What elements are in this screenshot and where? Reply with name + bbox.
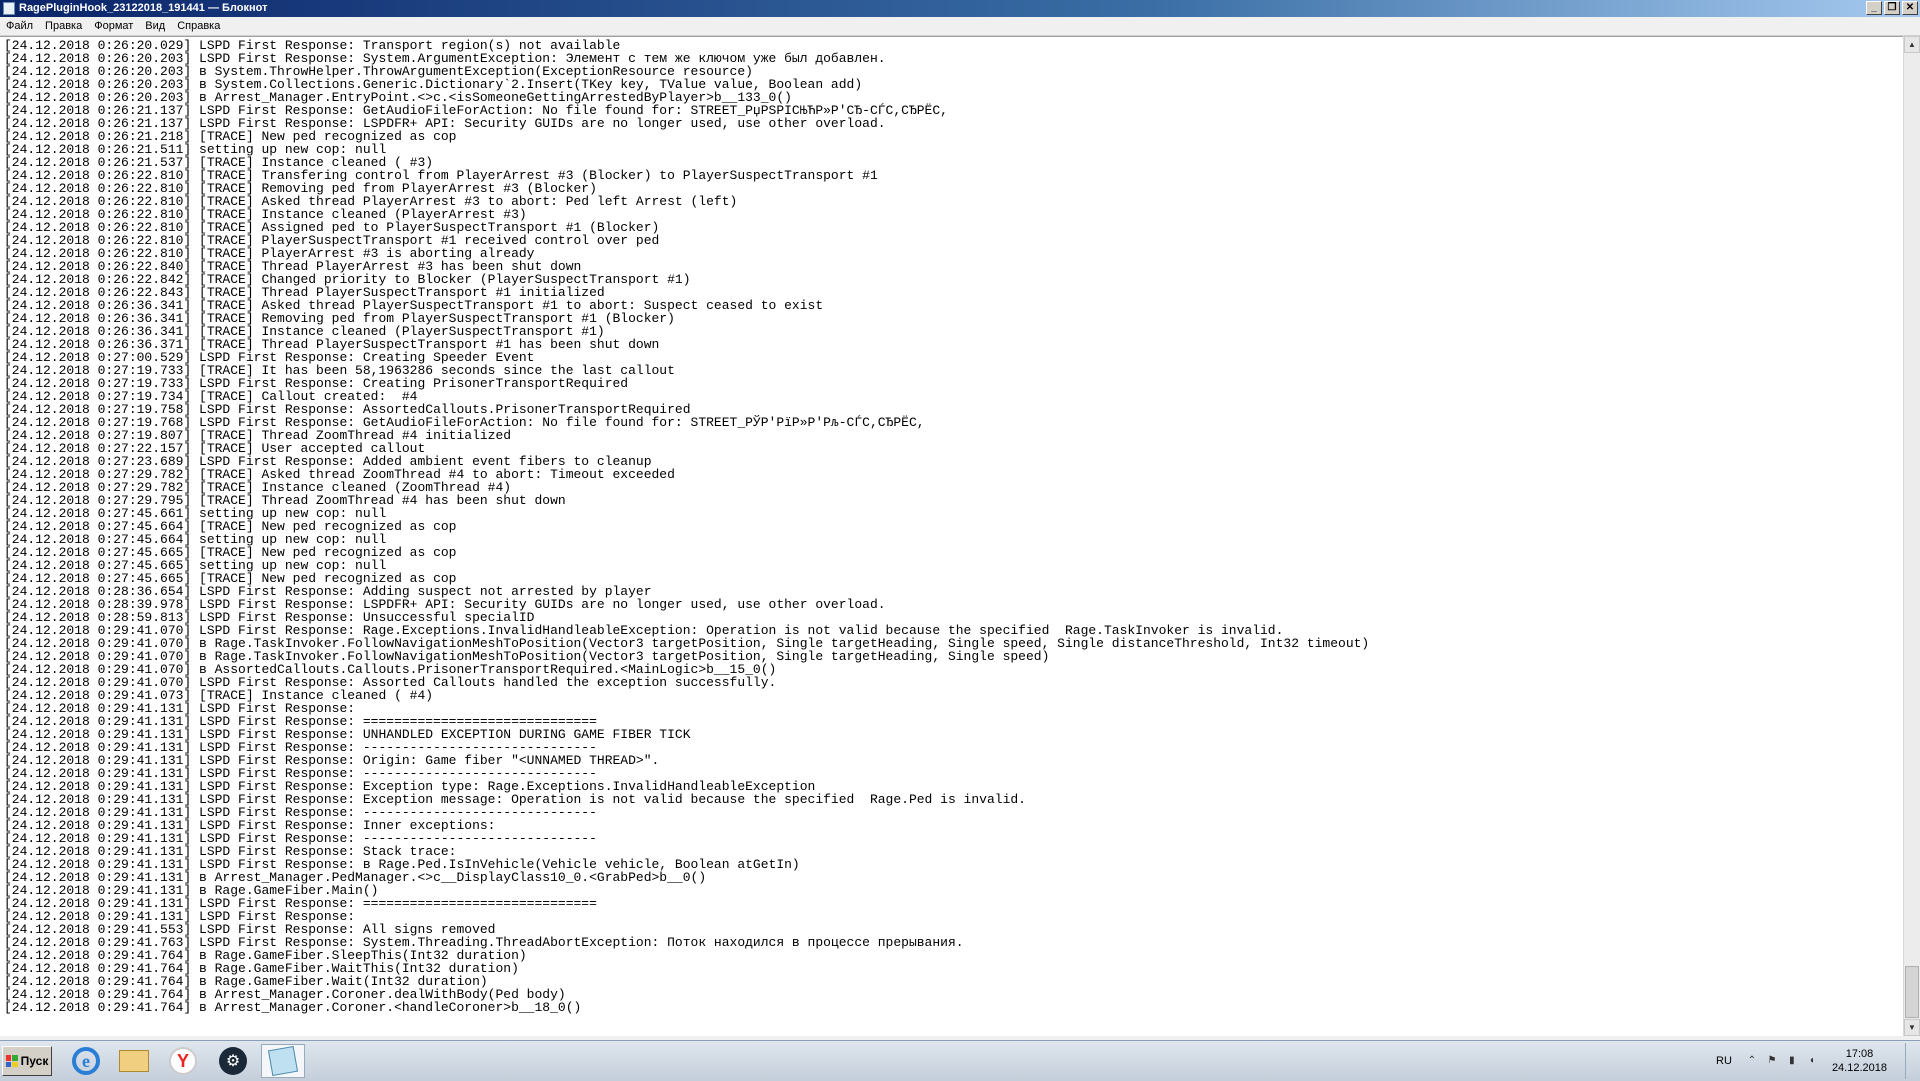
clock-time: 17:08 [1845,1048,1874,1060]
folder-icon [119,1050,149,1072]
yandex-icon: Y [169,1047,197,1075]
action-center-flag-icon[interactable]: ⚑ [1766,1055,1778,1067]
menu-format[interactable]: Формат [88,17,139,35]
clock[interactable]: 17:08 24.12.2018 [1832,1047,1887,1075]
language-indicator[interactable]: RU [1716,1055,1732,1067]
menu-file[interactable]: Файл [0,17,39,35]
taskbar-yandex-browser[interactable]: Y [161,1044,205,1078]
taskbar-internet-explorer[interactable]: e [64,1044,108,1078]
show-hidden-icons-icon[interactable]: ⌃ [1746,1055,1758,1067]
log-text[interactable]: [24.12.2018 0:26:20.029] LSPD First Resp… [0,37,1903,1014]
notepad-app-icon[interactable] [3,2,15,15]
taskbar-steam[interactable]: ⚙ [211,1044,255,1078]
window-title: RagePluginHook_23122018_191441 — Блокнот [19,2,268,14]
close-button[interactable]: ✕ [1902,1,1918,15]
ie-icon: e [72,1047,100,1075]
scroll-down-arrow-icon[interactable]: ▼ [1904,1019,1920,1036]
system-tray: RU ⌃ ⚑ ▮ ◖ 17:08 24.12.2018 [1716,1041,1920,1081]
taskbar-notepad[interactable] [261,1044,305,1078]
window-controls: _ ❐ ✕ [1866,1,1918,15]
text-editor-area[interactable]: [24.12.2018 0:26:20.029] LSPD First Resp… [0,36,1903,1037]
log-line: [24.12.2018 0:29:41.764] в Arrest_Manage… [4,1000,582,1015]
start-label: Пуск [20,1054,49,1068]
vertical-scrollbar[interactable]: ▲ ▼ [1903,36,1920,1036]
taskbar: Пуск e Y ⚙ RU ⌃ ⚑ ▮ ◖ 17:08 24.12.2018 [0,1040,1920,1081]
scroll-thumb[interactable] [1905,966,1919,1018]
menu-view[interactable]: Вид [139,17,171,35]
taskbar-explorer[interactable] [112,1044,156,1078]
menu-edit[interactable]: Правка [39,17,88,35]
clock-date: 24.12.2018 [1831,1062,1887,1074]
show-desktop-button[interactable] [1905,1043,1920,1079]
minimize-button[interactable]: _ [1866,1,1882,15]
start-button[interactable]: Пуск [2,1046,52,1076]
scroll-up-arrow-icon[interactable]: ▲ [1904,36,1920,53]
windows-logo-icon [5,1055,18,1067]
tray-icons: ⌃ ⚑ ▮ ◖ [1746,1055,1818,1067]
steam-icon: ⚙ [219,1047,247,1075]
menu-bar: Файл Правка Формат Вид Справка [0,17,1920,36]
window-titlebar[interactable]: RagePluginHook_23122018_191441 — Блокнот… [0,0,1920,17]
maximize-button[interactable]: ❐ [1884,1,1900,15]
menu-help[interactable]: Справка [171,17,226,35]
notepad-icon [267,1045,299,1077]
network-icon[interactable]: ▮ [1786,1055,1798,1067]
volume-icon[interactable]: ◖ [1806,1055,1818,1067]
